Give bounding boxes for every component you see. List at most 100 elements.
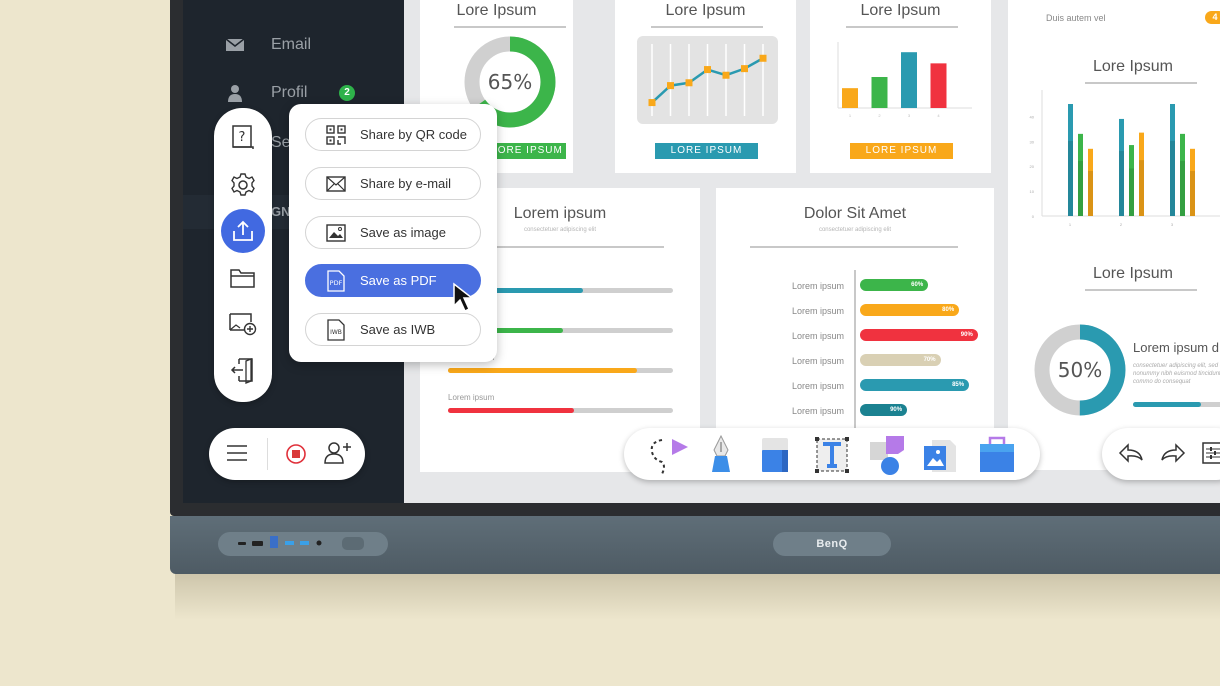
toolbar-divider bbox=[267, 438, 268, 470]
donut-title: Lore Ipsum bbox=[1092, 265, 1174, 282]
menu-button[interactable] bbox=[225, 442, 249, 469]
text-button[interactable] bbox=[814, 436, 850, 479]
menu-item-label: Save as image bbox=[360, 225, 446, 240]
iwb-file-icon: IWB bbox=[325, 318, 347, 341]
add-user-button[interactable] bbox=[323, 440, 353, 471]
add-whiteboard-button[interactable] bbox=[221, 302, 265, 346]
share-upload-icon bbox=[233, 220, 253, 241]
bar bbox=[842, 88, 858, 108]
progress-fill bbox=[448, 368, 637, 373]
bar-shade bbox=[1170, 140, 1175, 216]
bar: 70% bbox=[860, 354, 941, 366]
bar: 85% bbox=[860, 379, 970, 391]
history-toolbar bbox=[1102, 428, 1220, 480]
gear-icon bbox=[231, 173, 255, 196]
bar-row: Lorem ipsum 70% bbox=[716, 354, 994, 368]
bar-shade bbox=[1078, 160, 1083, 216]
sidebar-item-label: Form bbox=[271, 0, 308, 5]
card-divider bbox=[1085, 82, 1197, 84]
redo-button[interactable] bbox=[1160, 442, 1186, 469]
card-title: Lore Ipsum bbox=[456, 2, 537, 19]
vertical-toolbar: ? bbox=[214, 108, 272, 402]
user-icon bbox=[225, 83, 245, 103]
mouse-cursor-icon bbox=[453, 282, 475, 313]
bar: 90% bbox=[860, 329, 978, 341]
count-badge: 4 bbox=[1205, 11, 1220, 24]
shapes-button[interactable] bbox=[868, 434, 908, 481]
svg-text:?: ? bbox=[239, 130, 246, 145]
pdf-file-icon: PDF bbox=[325, 269, 347, 292]
card-line-chart: Lore Ipsum LORE IPSUM bbox=[615, 0, 796, 173]
share-by-qr-button[interactable]: Share by QR code bbox=[305, 118, 481, 151]
insert-image-button[interactable] bbox=[922, 436, 958, 479]
bar-shade bbox=[1129, 168, 1134, 216]
undo-button[interactable] bbox=[1118, 442, 1144, 469]
bar bbox=[871, 77, 888, 108]
save-as-iwb-button[interactable]: IWB Save as IWB bbox=[305, 313, 481, 346]
settings-button[interactable] bbox=[221, 163, 265, 207]
chart-title: Lore Ipsum bbox=[1092, 58, 1174, 75]
display-bottom-bar: BenQ bbox=[170, 516, 1220, 574]
card-top-text: Duis autem vel bbox=[1046, 13, 1106, 23]
drawing-toolbar bbox=[624, 428, 1040, 480]
text-body: consectetuer adipiscing elit, sed di non… bbox=[1133, 363, 1220, 385]
card-divider bbox=[480, 246, 664, 248]
bar-label: Lorem ipsum bbox=[791, 356, 844, 366]
io-port-panel bbox=[218, 532, 388, 556]
grouped-bar-chart: 0102030401234 bbox=[1030, 90, 1220, 227]
fountain-pen-icon bbox=[712, 434, 730, 472]
exit-door-icon bbox=[230, 358, 253, 384]
x-tick-label: 1 bbox=[1069, 222, 1072, 227]
pen-button[interactable] bbox=[708, 434, 734, 481]
bar-row: Lorem ipsum 85% bbox=[716, 379, 994, 393]
svg-text:PDF: PDF bbox=[330, 279, 343, 287]
menu-item-label: Save as IWB bbox=[360, 322, 436, 337]
y-tick-label: 20 bbox=[1030, 164, 1035, 169]
bottom-left-toolbar bbox=[209, 428, 365, 480]
sidebar-item-profil[interactable]: Profil bbox=[225, 83, 307, 103]
qr-code-icon bbox=[325, 124, 347, 146]
sidebar-item-label: Profil bbox=[271, 84, 308, 101]
progress-fill bbox=[1133, 402, 1202, 407]
card-tag: LORE IPSUM bbox=[850, 143, 953, 159]
adjust-button[interactable] bbox=[1202, 442, 1220, 469]
toolbox-button[interactable] bbox=[978, 436, 1016, 479]
data-point bbox=[685, 79, 693, 87]
data-point bbox=[759, 54, 767, 62]
sidebar-item-email[interactable]: Email bbox=[225, 35, 311, 55]
x-tick-label: 3 bbox=[908, 113, 911, 118]
add-user-icon bbox=[324, 442, 351, 464]
donut-center-label: 65% bbox=[488, 70, 532, 94]
share-by-email-button[interactable]: Share by e-mail bbox=[305, 167, 481, 200]
help-button[interactable]: ? bbox=[221, 116, 265, 160]
stop-recording-button[interactable] bbox=[284, 442, 308, 471]
help-book-icon: ? bbox=[232, 125, 254, 149]
lasso-select-button[interactable] bbox=[648, 434, 690, 481]
open-folder-button[interactable] bbox=[221, 256, 265, 300]
save-as-image-button[interactable]: Save as image bbox=[305, 216, 481, 249]
card-divider bbox=[651, 26, 763, 28]
card-subtitle: consectetuer adipiscing elit bbox=[818, 227, 892, 233]
hamburger-menu-icon bbox=[227, 445, 247, 461]
sidebar-item-form[interactable]: Form bbox=[225, 0, 308, 6]
share-button[interactable] bbox=[221, 209, 265, 253]
eraser-button[interactable] bbox=[760, 436, 790, 479]
bar-row: Lorem ipsum 90% bbox=[716, 329, 994, 343]
text-box-icon bbox=[815, 437, 849, 473]
bar-label: Lorem ipsum bbox=[791, 381, 844, 391]
sidebar-section-label: GN bbox=[271, 204, 291, 219]
menu-item-label: Share by QR code bbox=[360, 127, 467, 142]
data-point bbox=[722, 71, 730, 79]
bar bbox=[930, 63, 947, 108]
card-title: Lore Ipsum bbox=[665, 2, 746, 19]
brand-logo: BenQ bbox=[773, 532, 891, 556]
exit-button[interactable] bbox=[221, 348, 265, 392]
menu-item-label: Save as PDF bbox=[360, 273, 437, 288]
bar-shade bbox=[1180, 160, 1185, 216]
bar-shade bbox=[1139, 160, 1144, 216]
eraser-icon bbox=[762, 438, 788, 472]
sidebar-item-label: Se bbox=[271, 134, 291, 151]
envelope-icon bbox=[325, 173, 347, 195]
data-point bbox=[648, 99, 656, 107]
bar bbox=[901, 52, 917, 108]
